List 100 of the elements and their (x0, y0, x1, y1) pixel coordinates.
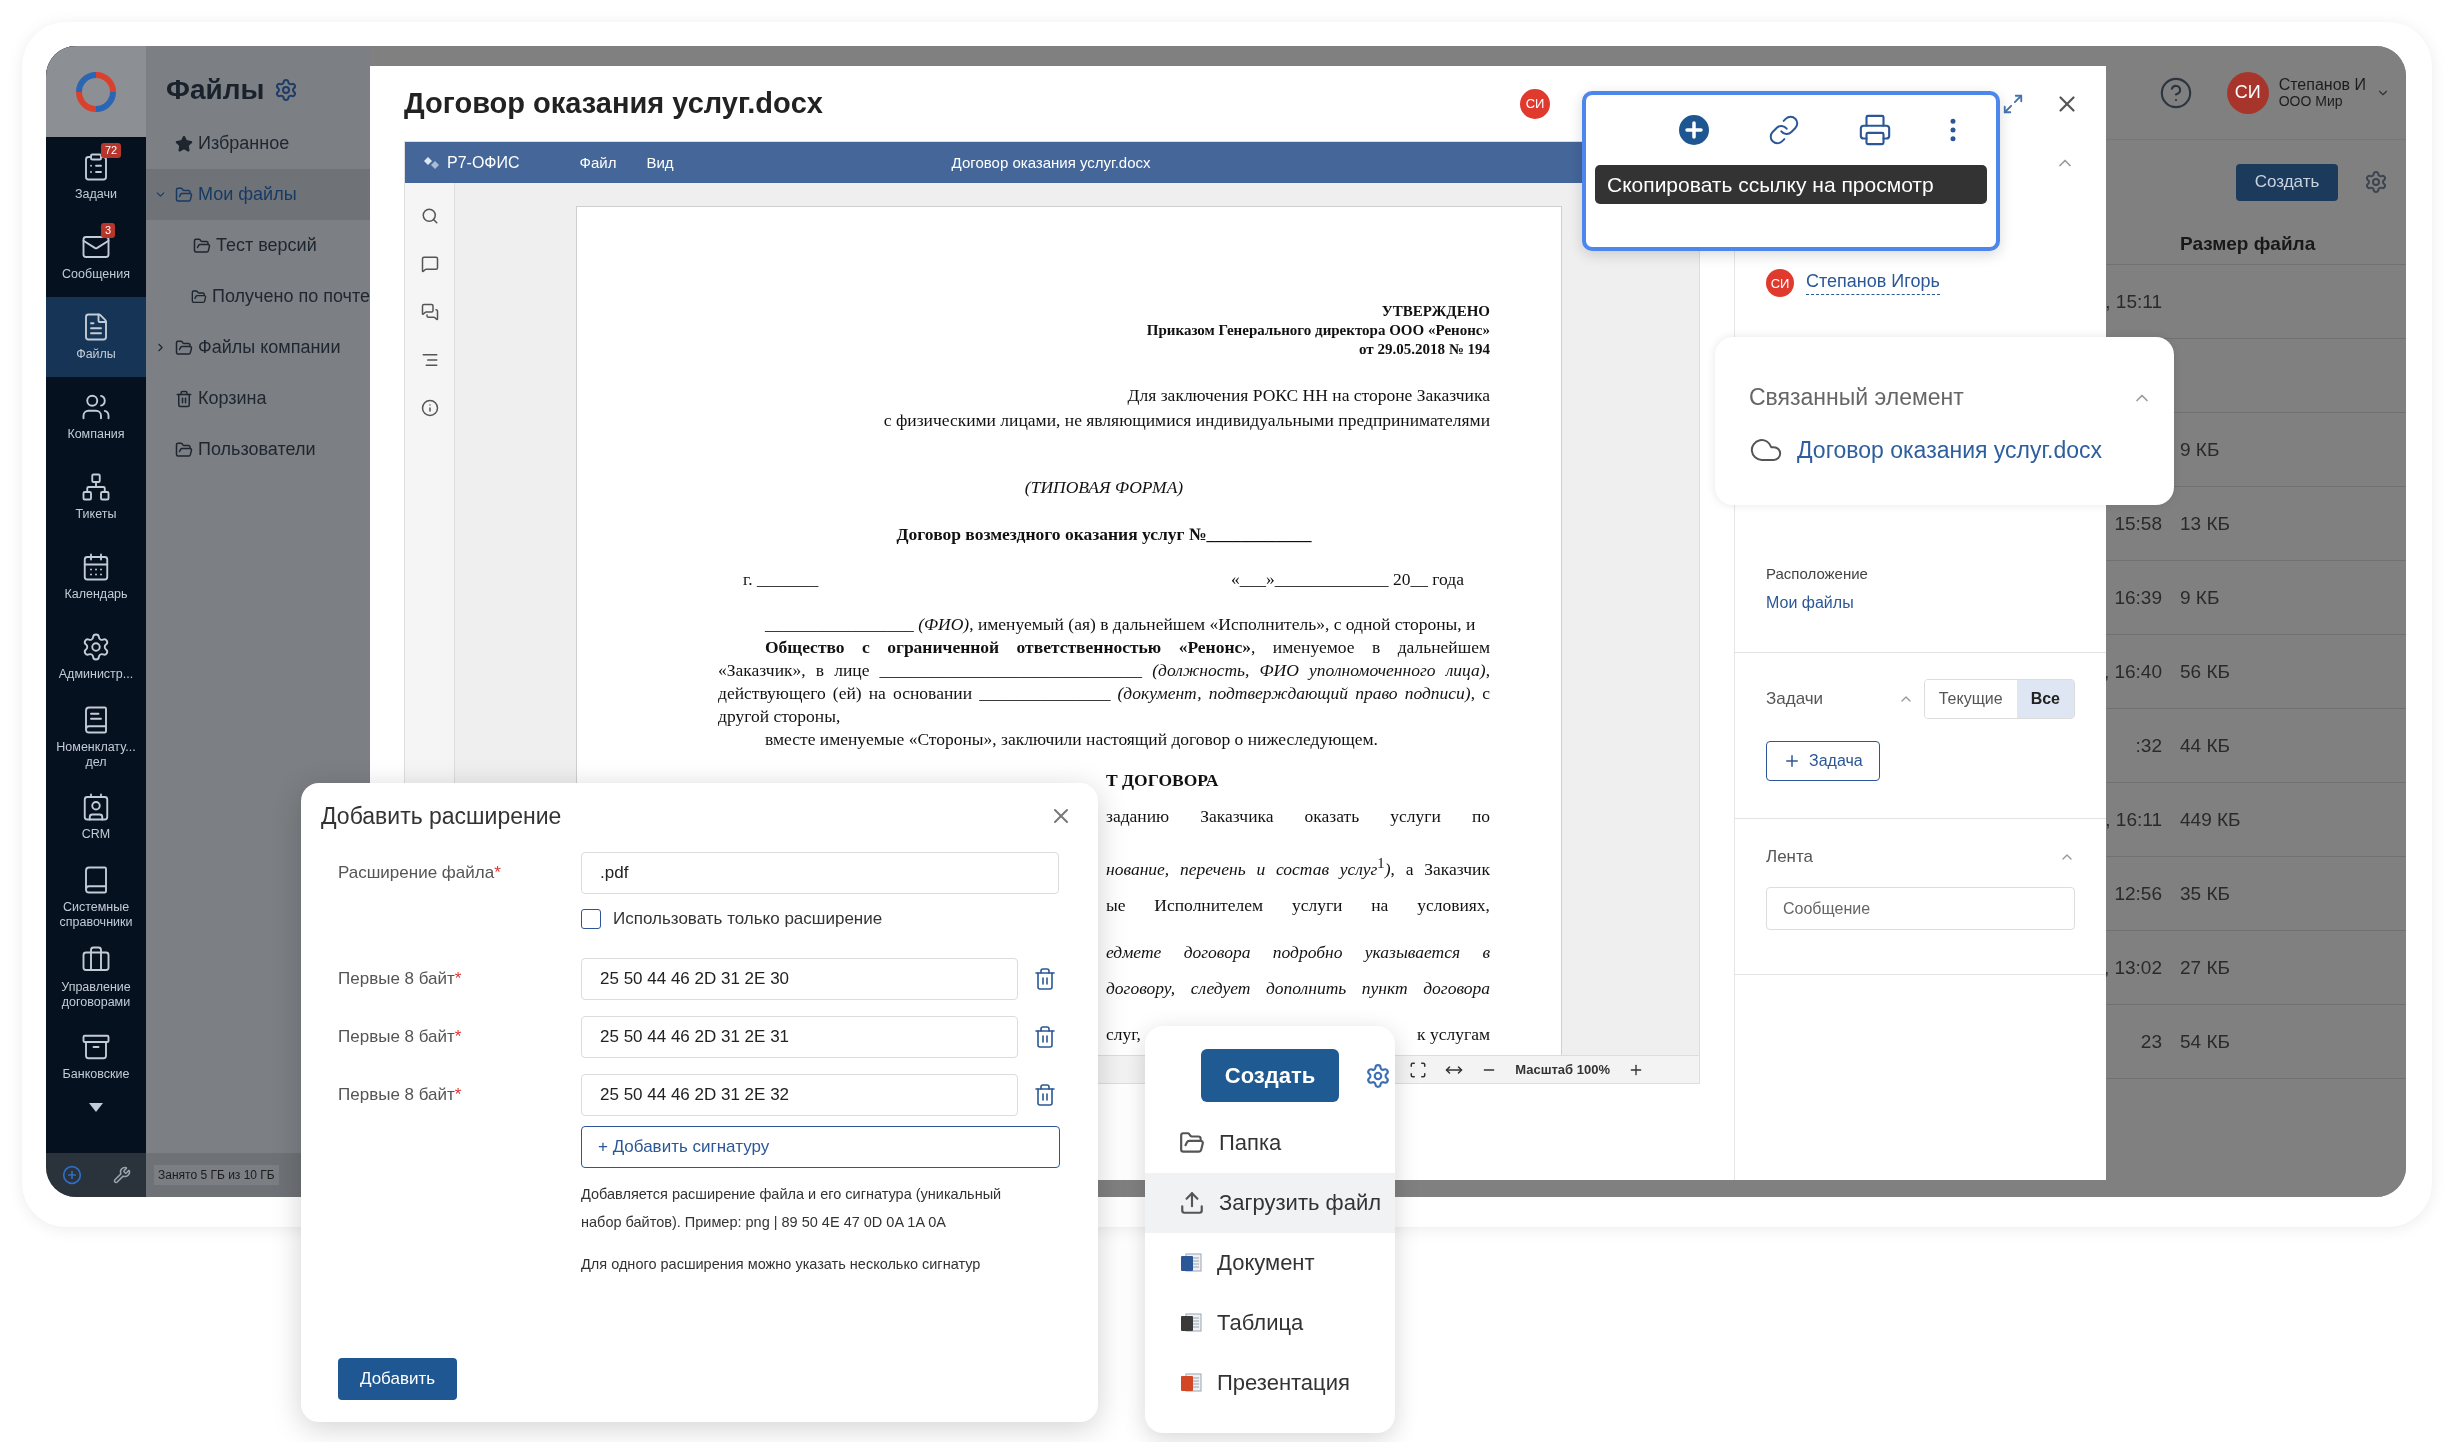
sidebar-item[interactable]: CRM (46, 777, 146, 857)
trash-icon[interactable] (1033, 1025, 1057, 1049)
tree-item[interactable]: Тест версий (146, 220, 370, 271)
outline-icon[interactable] (420, 351, 439, 369)
spreadsheet-file-icon (1179, 1311, 1203, 1335)
add-task-button[interactable]: Задача (1766, 741, 1880, 781)
hierarchy-icon (81, 472, 111, 503)
panel-title: Файлы (166, 74, 265, 106)
document-text: Приказом Генерального директора ООО «Ренонс» (1145, 321, 1490, 340)
user-avatar: СИ (1520, 88, 1550, 119)
add-signature-button[interactable]: + Добавить сигнатуру (581, 1126, 1060, 1168)
menu-item[interactable]: Таблица (1145, 1293, 1395, 1353)
message-field[interactable]: Сообщение (1766, 887, 2075, 930)
checkbox[interactable]: Использовать только расширение (581, 909, 1060, 929)
settings-icon[interactable] (274, 78, 299, 102)
table-cell: 56 КБ (2180, 660, 2230, 683)
caret-icon[interactable] (89, 1103, 103, 1112)
info-icon[interactable] (420, 399, 439, 417)
brand-name: Р7-ОФИС (447, 153, 520, 172)
document-text: «___»_____________ 20__ года (1231, 568, 1464, 591)
comment-icon[interactable] (420, 255, 439, 273)
table-cell: 27 КБ (2180, 956, 2230, 979)
field-label: Первые 8 байт* (338, 1085, 463, 1105)
expand-icon[interactable] (2002, 92, 2024, 115)
input-field[interactable]: 25 50 44 46 2D 31 2E 30 (581, 958, 1018, 1000)
upload-icon (1179, 1190, 1205, 1216)
field-label: Расширение файла* (338, 863, 502, 883)
settings-icon[interactable] (2364, 170, 2388, 194)
document-paragraph: _________________ (ФИО), именуемый (ая) в дальнейшем «Исполнитель», с одной стороны, и (764, 613, 1477, 636)
user-avatar[interactable]: СИ (2226, 71, 2269, 114)
input-field[interactable]: 25 50 44 46 2D 31 2E 32 (581, 1074, 1018, 1116)
fit-page-icon[interactable] (1409, 1060, 1428, 1079)
menu-item[interactable]: Документ (1145, 1233, 1395, 1293)
location-link[interactable]: Мои файлы (1766, 594, 1854, 612)
trash-icon (175, 389, 193, 408)
folder-icon (193, 236, 211, 255)
zoom-level: Масштаб 100% (1515, 1062, 1610, 1077)
document-text: к услугам (1417, 1022, 1490, 1046)
create-button[interactable]: Создать (1201, 1049, 1339, 1102)
tree-item[interactable]: Пользователи (146, 424, 370, 475)
card-title: Связанный элемент (1749, 384, 1965, 411)
sidebar-item[interactable]: Банковские (46, 1017, 146, 1097)
author-link[interactable]: Степанов Игорь (1806, 271, 1940, 295)
menu-item[interactable]: Папка (1145, 1113, 1395, 1173)
document-text: г. _______ (743, 568, 819, 591)
diamonds-icon (423, 155, 441, 170)
file-link[interactable]: Договор оказания услуг.docx (1797, 436, 2103, 464)
field-label: Расположение (1766, 565, 1868, 582)
column-header: Размер файла (2180, 233, 2317, 255)
document-text: заданию Заказчика оказать услуги по (1106, 805, 1490, 828)
menu-item[interactable]: Презентация (1145, 1353, 1395, 1413)
table-cell: 54 КБ (2180, 1030, 2230, 1053)
folder-icon (1179, 1130, 1205, 1156)
search-icon[interactable] (420, 207, 439, 225)
sidebar-item[interactable]: Управление договорами (46, 937, 146, 1017)
wrench-icon[interactable] (112, 1166, 131, 1184)
settings-icon[interactable] (1365, 1062, 1391, 1089)
tree-item[interactable]: Получено по почте (146, 271, 370, 322)
trash-icon[interactable] (1033, 967, 1057, 991)
add-icon[interactable] (1678, 114, 1710, 146)
print-icon[interactable] (1858, 113, 1892, 147)
sidebar-item[interactable]: Файлы (46, 297, 146, 377)
count-badge: 3 (101, 223, 116, 238)
logo (74, 69, 118, 114)
chat-icon[interactable] (420, 303, 439, 321)
trash-icon[interactable] (1033, 1083, 1057, 1107)
menu-item[interactable]: Файл (579, 154, 617, 171)
input-field[interactable]: 25 50 44 46 2D 31 2E 31 (581, 1016, 1018, 1058)
menu-item[interactable]: Загрузить файл (1145, 1173, 1395, 1233)
sidebar-item[interactable]: Администр... (46, 617, 146, 697)
document-title: Договор оказания услуг.docx (951, 154, 1151, 171)
sidebar-item[interactable]: Календарь (46, 537, 146, 617)
folder-icon (191, 287, 208, 306)
document-paragraph: вместе именуемые «Стороны», заключили настоящий договор о нижеследующем. (764, 728, 1379, 751)
tree-item[interactable]: Избранное (146, 118, 370, 169)
input-field[interactable]: .pdf (581, 852, 1059, 894)
document-text: (ТИПОВАЯ ФОРМА) (1023, 476, 1185, 499)
help-icon[interactable] (2158, 75, 2193, 110)
tree-item[interactable]: Файлы компании (146, 322, 370, 373)
create-button[interactable]: Создать (2236, 163, 2338, 201)
filter-tab[interactable]: Все (2016, 680, 2074, 718)
document-text: ые Исполнителем услуги на условиях, (1106, 893, 1490, 917)
sidebar-item[interactable]: Компания (46, 377, 146, 457)
table-cell: 15:58 (2114, 512, 2162, 535)
sidebar-item[interactable]: Задачи 72 (46, 137, 146, 217)
user-name: Степанов И (2278, 76, 2366, 94)
section-title: Лента (1766, 847, 1815, 867)
sidebar-item[interactable]: Сообщения 3 (46, 217, 146, 297)
table-cell: 9 КБ (2180, 438, 2220, 461)
sidebar-item[interactable]: Системные справочники (46, 857, 146, 937)
link-icon[interactable] (1768, 114, 1800, 146)
field-label: Первые 8 байт* (338, 969, 463, 989)
menu-item[interactable]: Вид (646, 154, 674, 171)
document-file-icon (1179, 1251, 1203, 1275)
table-cell: 35 КБ (2180, 882, 2230, 905)
storage-usage: Занято 5 ГБ из 10 ГБ (154, 1165, 279, 1185)
tree-item[interactable]: Корзина (146, 373, 370, 424)
sidebar-item[interactable]: Номенклату... дел (46, 697, 146, 777)
sidebar-item[interactable]: Тикеты (46, 457, 146, 537)
submit-button[interactable]: Добавить (338, 1358, 457, 1400)
